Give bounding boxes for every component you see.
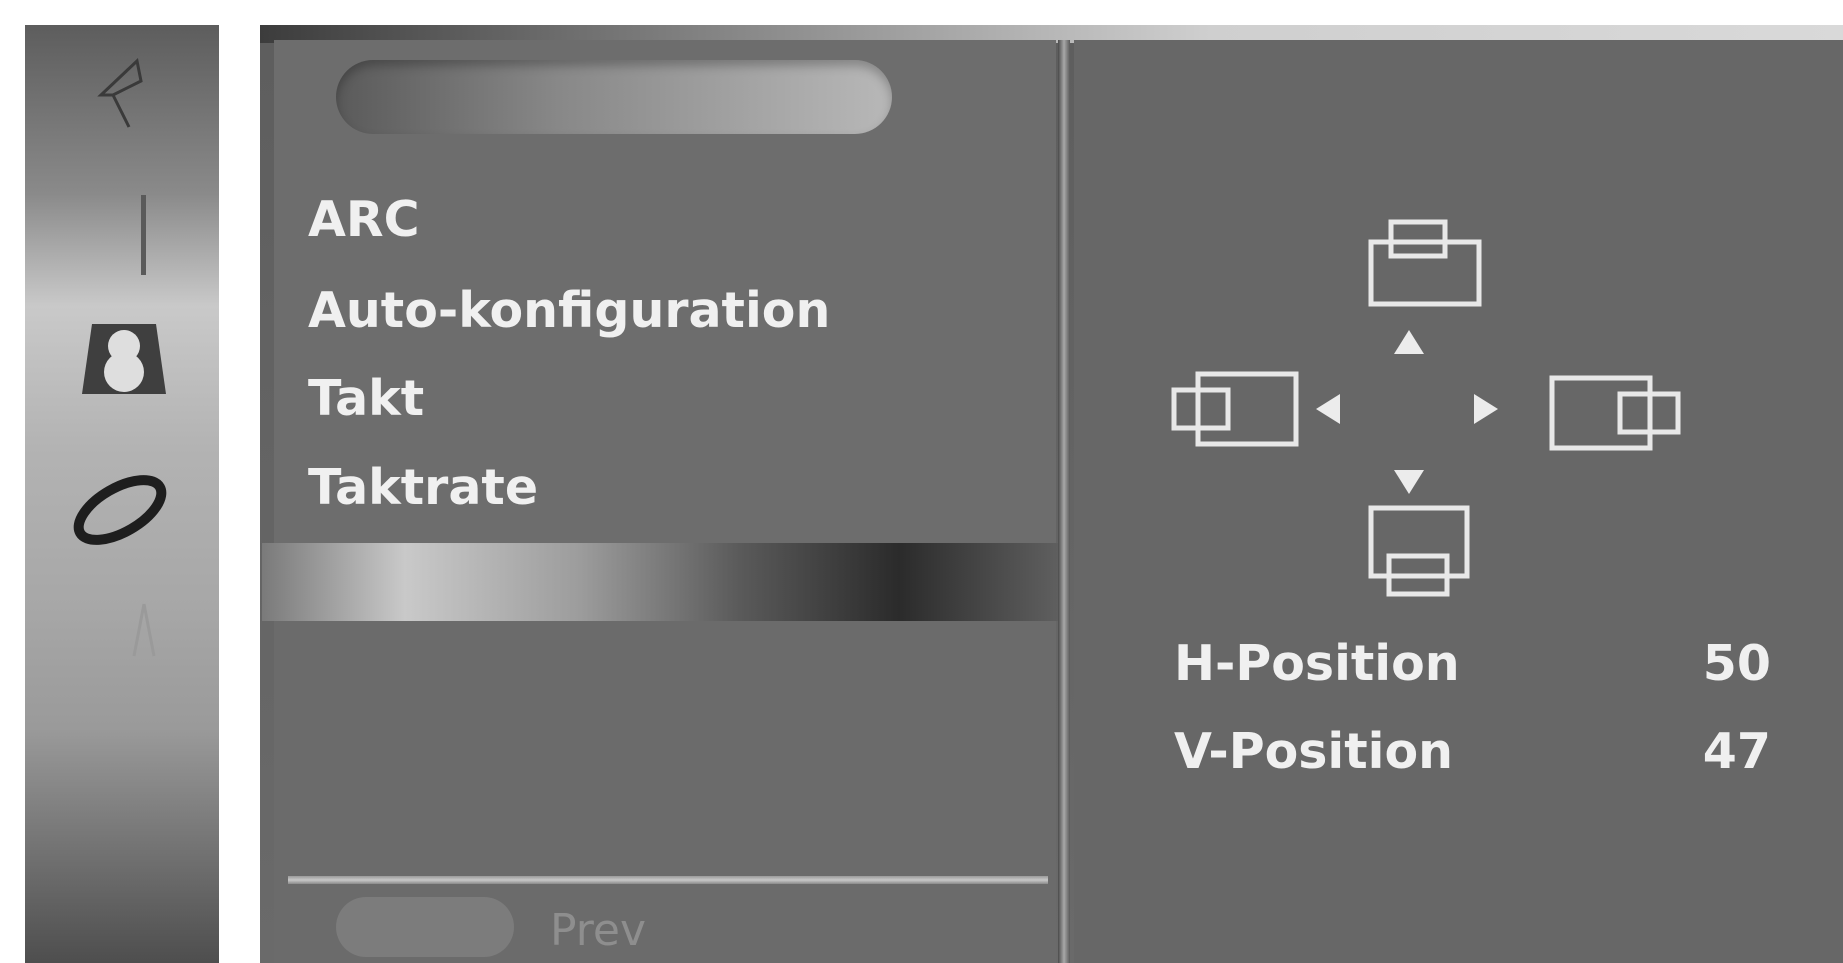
help-divider	[288, 876, 1048, 884]
arrow-right-icon	[1472, 392, 1500, 426]
menu-gloss-band	[262, 543, 1058, 621]
h-position-label[interactable]: H-Position	[1174, 635, 1460, 692]
menu-item-takt[interactable]: Takt	[308, 374, 424, 423]
picture-icon[interactable]	[93, 55, 149, 141]
time-icon[interactable]	[80, 320, 168, 400]
position-panel: H-Position 50 V-Position 47	[1074, 40, 1843, 963]
v-position-label[interactable]: V-Position	[1174, 723, 1453, 780]
v-position-value: 47	[1702, 723, 1771, 780]
help-panel: Prev	[274, 621, 1056, 963]
menu-panel: ARC Auto-konfiguration Takt Taktrate	[274, 40, 1056, 543]
arrow-up-icon	[1392, 328, 1426, 356]
menu-item-auto-konfiguration[interactable]: Auto-konfiguration	[308, 286, 830, 335]
move-down-icon[interactable]	[1367, 504, 1483, 600]
move-up-icon[interactable]	[1367, 218, 1483, 308]
arrow-left-icon	[1314, 392, 1342, 426]
menu-title-pill	[336, 60, 892, 134]
prev-button[interactable]	[336, 897, 514, 957]
prev-label: Prev	[550, 905, 646, 956]
option-icon[interactable]	[129, 600, 159, 660]
move-right-icon[interactable]	[1548, 374, 1684, 454]
panel-separator	[1058, 40, 1070, 963]
menu-item-arc[interactable]: ARC	[308, 195, 420, 244]
menu-item-taktrate[interactable]: Taktrate	[308, 463, 538, 512]
setup-icon[interactable]	[70, 465, 170, 555]
audio-icon[interactable]	[135, 195, 155, 275]
move-left-icon[interactable]	[1170, 370, 1302, 450]
category-sidebar	[25, 25, 219, 963]
h-position-value: 50	[1702, 635, 1771, 692]
arrow-down-icon	[1392, 468, 1426, 496]
